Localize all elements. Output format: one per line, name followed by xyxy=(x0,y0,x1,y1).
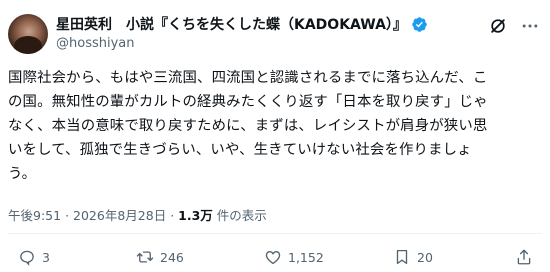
tweet-text: 国際社会から、もはや三流国、四流国と認識されるまでに落ち込んだ、こ の国。無知性… xyxy=(8,66,546,186)
tweet-text-line: 国際社会から、もはや三流国、四流国と認識されるまでに落ち込んだ、こ xyxy=(8,70,488,86)
tweet-text-line: なく、本当の意味で取り戻すために、まずは、レイシストが肩身が狭い思 xyxy=(8,118,488,134)
meta-separator: · xyxy=(65,208,70,223)
tweet-text-line: の国。無知性の輩がカルトの経典みたくくり返す「日本を取り戻す」じゃ xyxy=(8,94,488,110)
tweet: 星田英利 小説『くちを失くした蝶（KADOKAWA）』 @hosshiyan 国… xyxy=(0,0,550,272)
like-button[interactable]: 1,152 xyxy=(264,248,324,266)
bookmark-icon xyxy=(396,249,408,265)
author-name-row: 星田英利 小説『くちを失くした蝶（KADOKAWA）』 xyxy=(56,14,428,34)
display-name[interactable]: 星田英利 小説『くちを失くした蝶（KADOKAWA）』 xyxy=(56,14,407,34)
bookmark-count: 20 xyxy=(417,249,433,265)
reply-count: 3 xyxy=(42,249,50,265)
author-handle[interactable]: @hosshiyan xyxy=(56,36,135,51)
reply-icon xyxy=(20,250,34,266)
views-count: 1.3万 xyxy=(178,208,213,223)
tweet-text-line: いをして、孤独で生きづらい、いや、生きていけない社会を作りましょ xyxy=(8,142,472,158)
post-time[interactable]: 午後9:51 xyxy=(8,208,61,223)
grok-icon[interactable] xyxy=(488,16,508,36)
share-icon xyxy=(517,249,531,265)
meta-separator: · xyxy=(170,208,175,223)
bookmark-button[interactable]: 20 xyxy=(393,248,433,266)
post-date[interactable]: 2026年8月28日 xyxy=(73,208,166,223)
verified-badge-icon xyxy=(412,16,427,32)
heart-icon xyxy=(265,250,281,265)
tweet-meta: 午後9:51 · 2026年8月28日 · 1.3万 件の表示 xyxy=(8,205,267,224)
views-label: 件の表示 xyxy=(216,208,267,223)
more-options-icon[interactable] xyxy=(520,16,540,36)
like-count: 1,152 xyxy=(288,249,324,265)
retweet-button[interactable]: 246 xyxy=(136,248,184,266)
reply-button[interactable]: 3 xyxy=(18,248,50,266)
tweet-text-line: う。 xyxy=(8,166,37,182)
share-button[interactable] xyxy=(515,248,539,266)
action-bar: 3 246 1,152 20 xyxy=(0,248,550,270)
divider xyxy=(8,233,542,234)
retweet-icon xyxy=(136,251,154,263)
retweet-count: 246 xyxy=(160,249,184,265)
avatar[interactable] xyxy=(8,14,48,54)
